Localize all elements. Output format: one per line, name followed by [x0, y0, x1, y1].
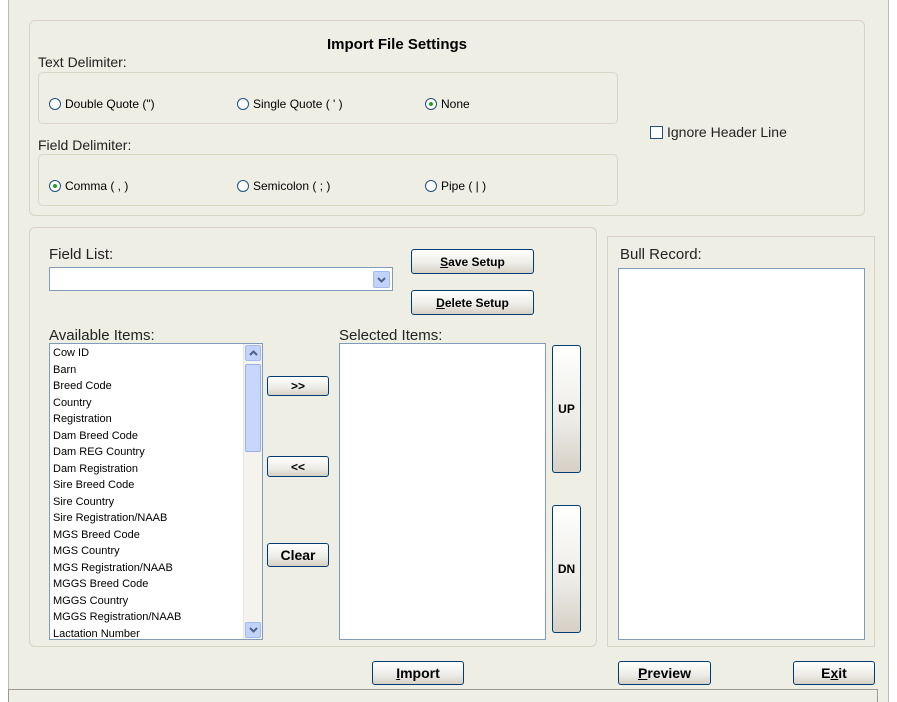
list-item[interactable]: Dam Breed Code	[50, 428, 244, 445]
available-items-list[interactable]: Cow ID Barn Breed Code Country Registration D…	[49, 343, 263, 640]
delete-setup-button[interactable]: Delete Setup	[411, 290, 534, 315]
move-down-button[interactable]: DN	[552, 505, 581, 633]
list-item[interactable]: Country	[50, 395, 244, 412]
import-settings-title: Import File Settings	[327, 36, 468, 53]
add-item-button[interactable]: >>	[267, 376, 329, 396]
radio-circle-icon	[49, 98, 61, 110]
text-delimiter-label: Text Delimiter:	[38, 54, 127, 70]
list-item[interactable]: Cow ID	[50, 345, 244, 362]
exit-button[interactable]: Ex it	[793, 661, 875, 685]
radio-double-quote[interactable]: Double Quote (")	[49, 97, 155, 111]
radio-circle-icon	[237, 98, 249, 110]
available-items-container: Cow ID Barn Breed Code Country Registration D…	[50, 345, 244, 640]
radio-comma-label: Comma ( , )	[65, 179, 129, 193]
checkbox-icon	[650, 125, 663, 139]
status-bar	[8, 689, 878, 702]
list-item[interactable]: Sire Registration/NAAB	[50, 510, 244, 527]
list-item[interactable]: Dam Registration	[50, 461, 244, 478]
list-item[interactable]: MGGS Country	[50, 593, 244, 610]
field-delimiter-label: Field Delimiter:	[38, 137, 132, 153]
ignore-header-label: Ignore Header Line	[667, 124, 787, 140]
radio-semicolon-label: Semicolon ( ; )	[253, 179, 331, 193]
selected-items-list[interactable]	[339, 343, 546, 640]
radio-selected-icon	[49, 180, 61, 192]
bull-record-label: Bull Record:	[620, 246, 702, 263]
list-item[interactable]: MGS Breed Code	[50, 527, 244, 544]
radio-circle-icon	[237, 180, 249, 192]
list-item[interactable]: MGGS Breed Code	[50, 576, 244, 593]
ignore-header-checkbox[interactable]: Ignore Header Line	[650, 124, 787, 140]
field-list-dropdown[interactable]	[49, 267, 393, 291]
list-item[interactable]: Dam REG Country	[50, 444, 244, 461]
field-list-label: Field List:	[49, 246, 114, 263]
list-item[interactable]: MGS Registration/NAAB	[50, 560, 244, 577]
list-item[interactable]: Sire Country	[50, 494, 244, 511]
radio-semicolon[interactable]: Semicolon ( ; )	[237, 179, 330, 193]
chevron-down-icon[interactable]	[373, 271, 390, 288]
radio-double-quote-label: Double Quote (")	[65, 97, 155, 111]
radio-single-quote-label: Single Quote ( ' )	[253, 97, 343, 111]
radio-pipe-label: Pipe ( | )	[441, 179, 487, 193]
import-button[interactable]: Import	[372, 661, 464, 685]
list-item[interactable]: Registration	[50, 411, 244, 428]
radio-single-quote[interactable]: Single Quote ( ' )	[237, 97, 343, 111]
clear-button[interactable]: Clear	[267, 543, 329, 567]
list-item[interactable]: Sire Breed Code	[50, 477, 244, 494]
radio-pipe[interactable]: Pipe ( | )	[425, 179, 486, 193]
bull-record-box[interactable]	[618, 268, 865, 640]
radio-selected-icon	[425, 98, 437, 110]
move-up-button[interactable]: UP	[552, 345, 581, 473]
radio-none-label: None	[441, 97, 470, 111]
selected-items-label: Selected Items:	[339, 327, 443, 344]
list-item[interactable]: Breed Code	[50, 378, 244, 395]
radio-none[interactable]: None	[425, 97, 470, 111]
list-item[interactable]: MGS Country	[50, 543, 244, 560]
list-item[interactable]: Lactation Number	[50, 626, 244, 640]
list-item[interactable]: Barn	[50, 362, 244, 379]
save-setup-button[interactable]: Save Setup	[411, 249, 534, 274]
preview-button[interactable]: Preview	[618, 661, 711, 685]
remove-item-button[interactable]: <<	[267, 456, 329, 477]
available-items-label: Available Items:	[49, 327, 155, 344]
radio-comma[interactable]: Comma ( , )	[49, 179, 128, 193]
available-scrollbar[interactable]	[243, 344, 262, 639]
scroll-up-icon[interactable]	[245, 345, 261, 361]
radio-circle-icon	[425, 180, 437, 192]
scroll-down-icon[interactable]	[245, 622, 261, 638]
scroll-thumb[interactable]	[245, 364, 261, 452]
list-item[interactable]: MGGS Registration/NAAB	[50, 609, 244, 626]
